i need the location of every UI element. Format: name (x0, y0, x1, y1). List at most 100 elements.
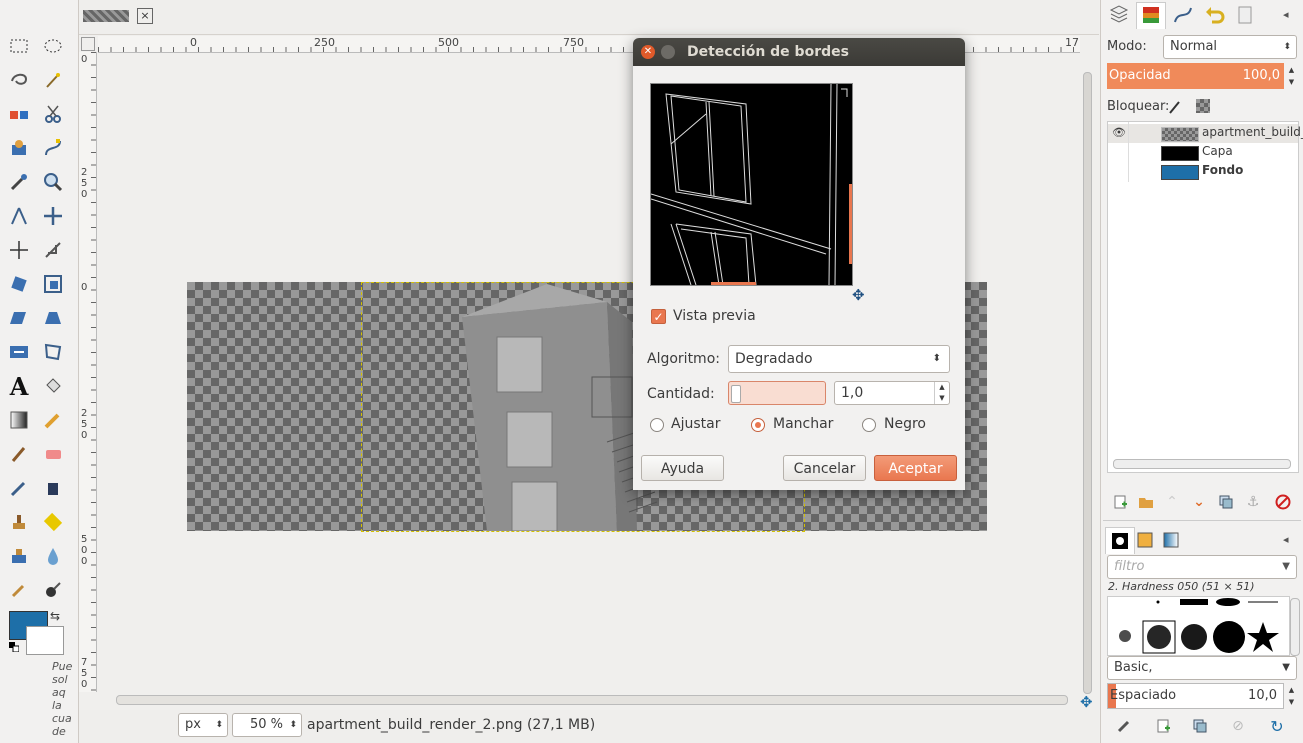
spacing-slider[interactable]: Espaciado 10,0 (1107, 683, 1284, 709)
rotate-icon[interactable] (6, 271, 32, 297)
ok-button[interactable]: Aceptar (874, 455, 957, 481)
duplicate-layer-icon[interactable] (1216, 492, 1236, 512)
edit-brush-icon[interactable] (1114, 716, 1134, 736)
zoom-icon[interactable] (40, 169, 66, 195)
preview-image[interactable] (650, 83, 853, 286)
algorithm-select[interactable]: Degradado ⬍ (728, 345, 950, 373)
smear-radio[interactable] (751, 418, 765, 432)
delete-layer-icon[interactable] (1273, 492, 1293, 512)
new-brush-icon[interactable] (1153, 716, 1173, 736)
cancel-button[interactable]: Cancelar (783, 455, 866, 481)
preview-navigate-icon[interactable]: ✥ (852, 286, 865, 304)
fuzzy-select-icon[interactable] (40, 67, 66, 93)
new-layer-icon[interactable] (1110, 492, 1130, 512)
lock-alpha-icon[interactable] (1196, 99, 1210, 113)
perspective-clone-icon[interactable] (6, 543, 32, 569)
select-by-color-icon[interactable] (6, 101, 32, 127)
dock-menu-icon[interactable]: ◂ (1283, 8, 1289, 21)
cage-transform-icon[interactable] (40, 339, 66, 365)
gradients-tab-icon[interactable] (1157, 527, 1185, 553)
layers-hscroll[interactable] (1113, 459, 1291, 469)
dialog-close-button[interactable]: ✕ (641, 45, 655, 59)
eraser-icon[interactable] (40, 441, 66, 467)
brush-tag-input[interactable]: Basic, ▼ (1107, 656, 1297, 680)
lock-pixels-icon[interactable] (1167, 99, 1183, 115)
raise-layer-icon[interactable]: ⌃ (1162, 492, 1182, 512)
color-picker-icon[interactable] (6, 169, 32, 195)
pencil-icon[interactable] (40, 407, 66, 433)
text-tool-icon[interactable]: A (6, 372, 32, 401)
amount-slider[interactable] (728, 381, 826, 405)
rect-select-icon[interactable] (6, 33, 32, 59)
ink-icon[interactable] (40, 475, 66, 501)
horizontal-scrollbar[interactable] (98, 693, 1080, 707)
swap-colors-icon[interactable]: ⇆ (50, 609, 64, 623)
paths-icon[interactable] (40, 135, 66, 161)
image-tab-close-button[interactable]: × (137, 8, 153, 24)
free-select-icon[interactable] (6, 67, 32, 93)
mode-select[interactable]: Normal ⬍ (1163, 35, 1297, 59)
layers-list[interactable]: 👁 apartment_build_ Capa Fondo (1107, 121, 1303, 473)
opacity-spin-arrows-icon[interactable]: ▲ ▼ (1286, 64, 1297, 88)
quick-mask-menu-button[interactable] (81, 37, 95, 51)
patterns-tab-icon[interactable] (1131, 527, 1159, 553)
layer-row[interactable]: Fondo (1108, 162, 1298, 181)
preview-checkbox[interactable]: ✓ (651, 309, 666, 324)
opacity-label: Opacidad (1109, 68, 1171, 83)
heal-icon[interactable] (40, 509, 66, 535)
align-icon[interactable] (6, 237, 32, 263)
layers-tab-icon[interactable] (1105, 2, 1133, 28)
lower-layer-icon[interactable]: ⌄ (1189, 492, 1209, 512)
scale-icon[interactable] (40, 271, 66, 297)
brush-grid-scrollbar[interactable] (1290, 598, 1300, 656)
flip-icon[interactable] (6, 339, 32, 365)
amount-slider-handle[interactable] (731, 385, 741, 403)
unit-select[interactable]: px ⬍ (178, 713, 228, 737)
paintbrush-icon[interactable] (6, 441, 32, 467)
amount-spinbox[interactable]: 1,0 ▲ ▼ (834, 381, 950, 405)
brush-grid[interactable] (1107, 596, 1290, 656)
airbrush-icon[interactable] (6, 475, 32, 501)
blur-icon[interactable] (40, 543, 66, 569)
layer-row[interactable]: 👁 apartment_build_ (1108, 124, 1303, 143)
eye-icon[interactable]: 👁 (1112, 126, 1126, 139)
vertical-scrollbar[interactable] (1080, 52, 1094, 694)
bucket-fill-icon[interactable] (40, 373, 66, 399)
dialog-minimize-button[interactable] (661, 45, 675, 59)
layer-row[interactable]: Capa (1108, 143, 1298, 162)
dodge-burn-icon[interactable] (40, 577, 66, 603)
brush-filter-input[interactable]: filtro ▼ (1107, 555, 1297, 579)
spacing-spin-arrows-icon[interactable]: ▲ ▼ (1286, 684, 1297, 708)
refresh-brushes-icon[interactable]: ↻ (1267, 716, 1287, 736)
clone-icon[interactable] (6, 509, 32, 535)
opacity-slider[interactable]: Opacidad 100,0 (1107, 63, 1284, 89)
black-radio[interactable] (862, 418, 876, 432)
document-tab-icon[interactable] (1231, 2, 1259, 28)
move-icon[interactable] (40, 203, 66, 229)
anchor-layer-icon[interactable]: ⚓ (1243, 492, 1263, 512)
new-layer-group-icon[interactable] (1136, 492, 1156, 512)
background-color-swatch[interactable] (26, 626, 64, 655)
measure-icon[interactable] (6, 203, 32, 229)
channels-tab-icon[interactable] (1136, 2, 1166, 29)
perspective-icon[interactable] (40, 305, 66, 331)
scissors-icon[interactable] (40, 101, 66, 127)
spin-arrows-icon[interactable]: ▲ ▼ (934, 382, 949, 404)
shear-icon[interactable] (6, 305, 32, 331)
duplicate-brush-icon[interactable] (1190, 716, 1210, 736)
wrap-radio[interactable] (650, 418, 664, 432)
navigate-icon[interactable]: ✥ (1080, 693, 1096, 711)
dock-menu-icon[interactable]: ◂ (1283, 533, 1289, 546)
image-tab-thumbnail[interactable] (83, 10, 129, 22)
foreground-select-icon[interactable] (6, 135, 32, 161)
smudge-icon[interactable] (6, 577, 32, 603)
help-button[interactable]: Ayuda (641, 455, 724, 481)
zoom-select[interactable]: 50 % ⬍ (232, 713, 302, 737)
blend-icon[interactable] (6, 407, 32, 433)
delete-brush-icon[interactable]: ⊘ (1228, 716, 1248, 736)
paths-tab-icon[interactable] (1169, 2, 1197, 28)
reset-colors-icon[interactable] (9, 641, 20, 653)
crop-icon[interactable] (40, 237, 66, 263)
undo-history-tab-icon[interactable] (1201, 2, 1229, 28)
ellipse-select-icon[interactable] (40, 33, 66, 59)
